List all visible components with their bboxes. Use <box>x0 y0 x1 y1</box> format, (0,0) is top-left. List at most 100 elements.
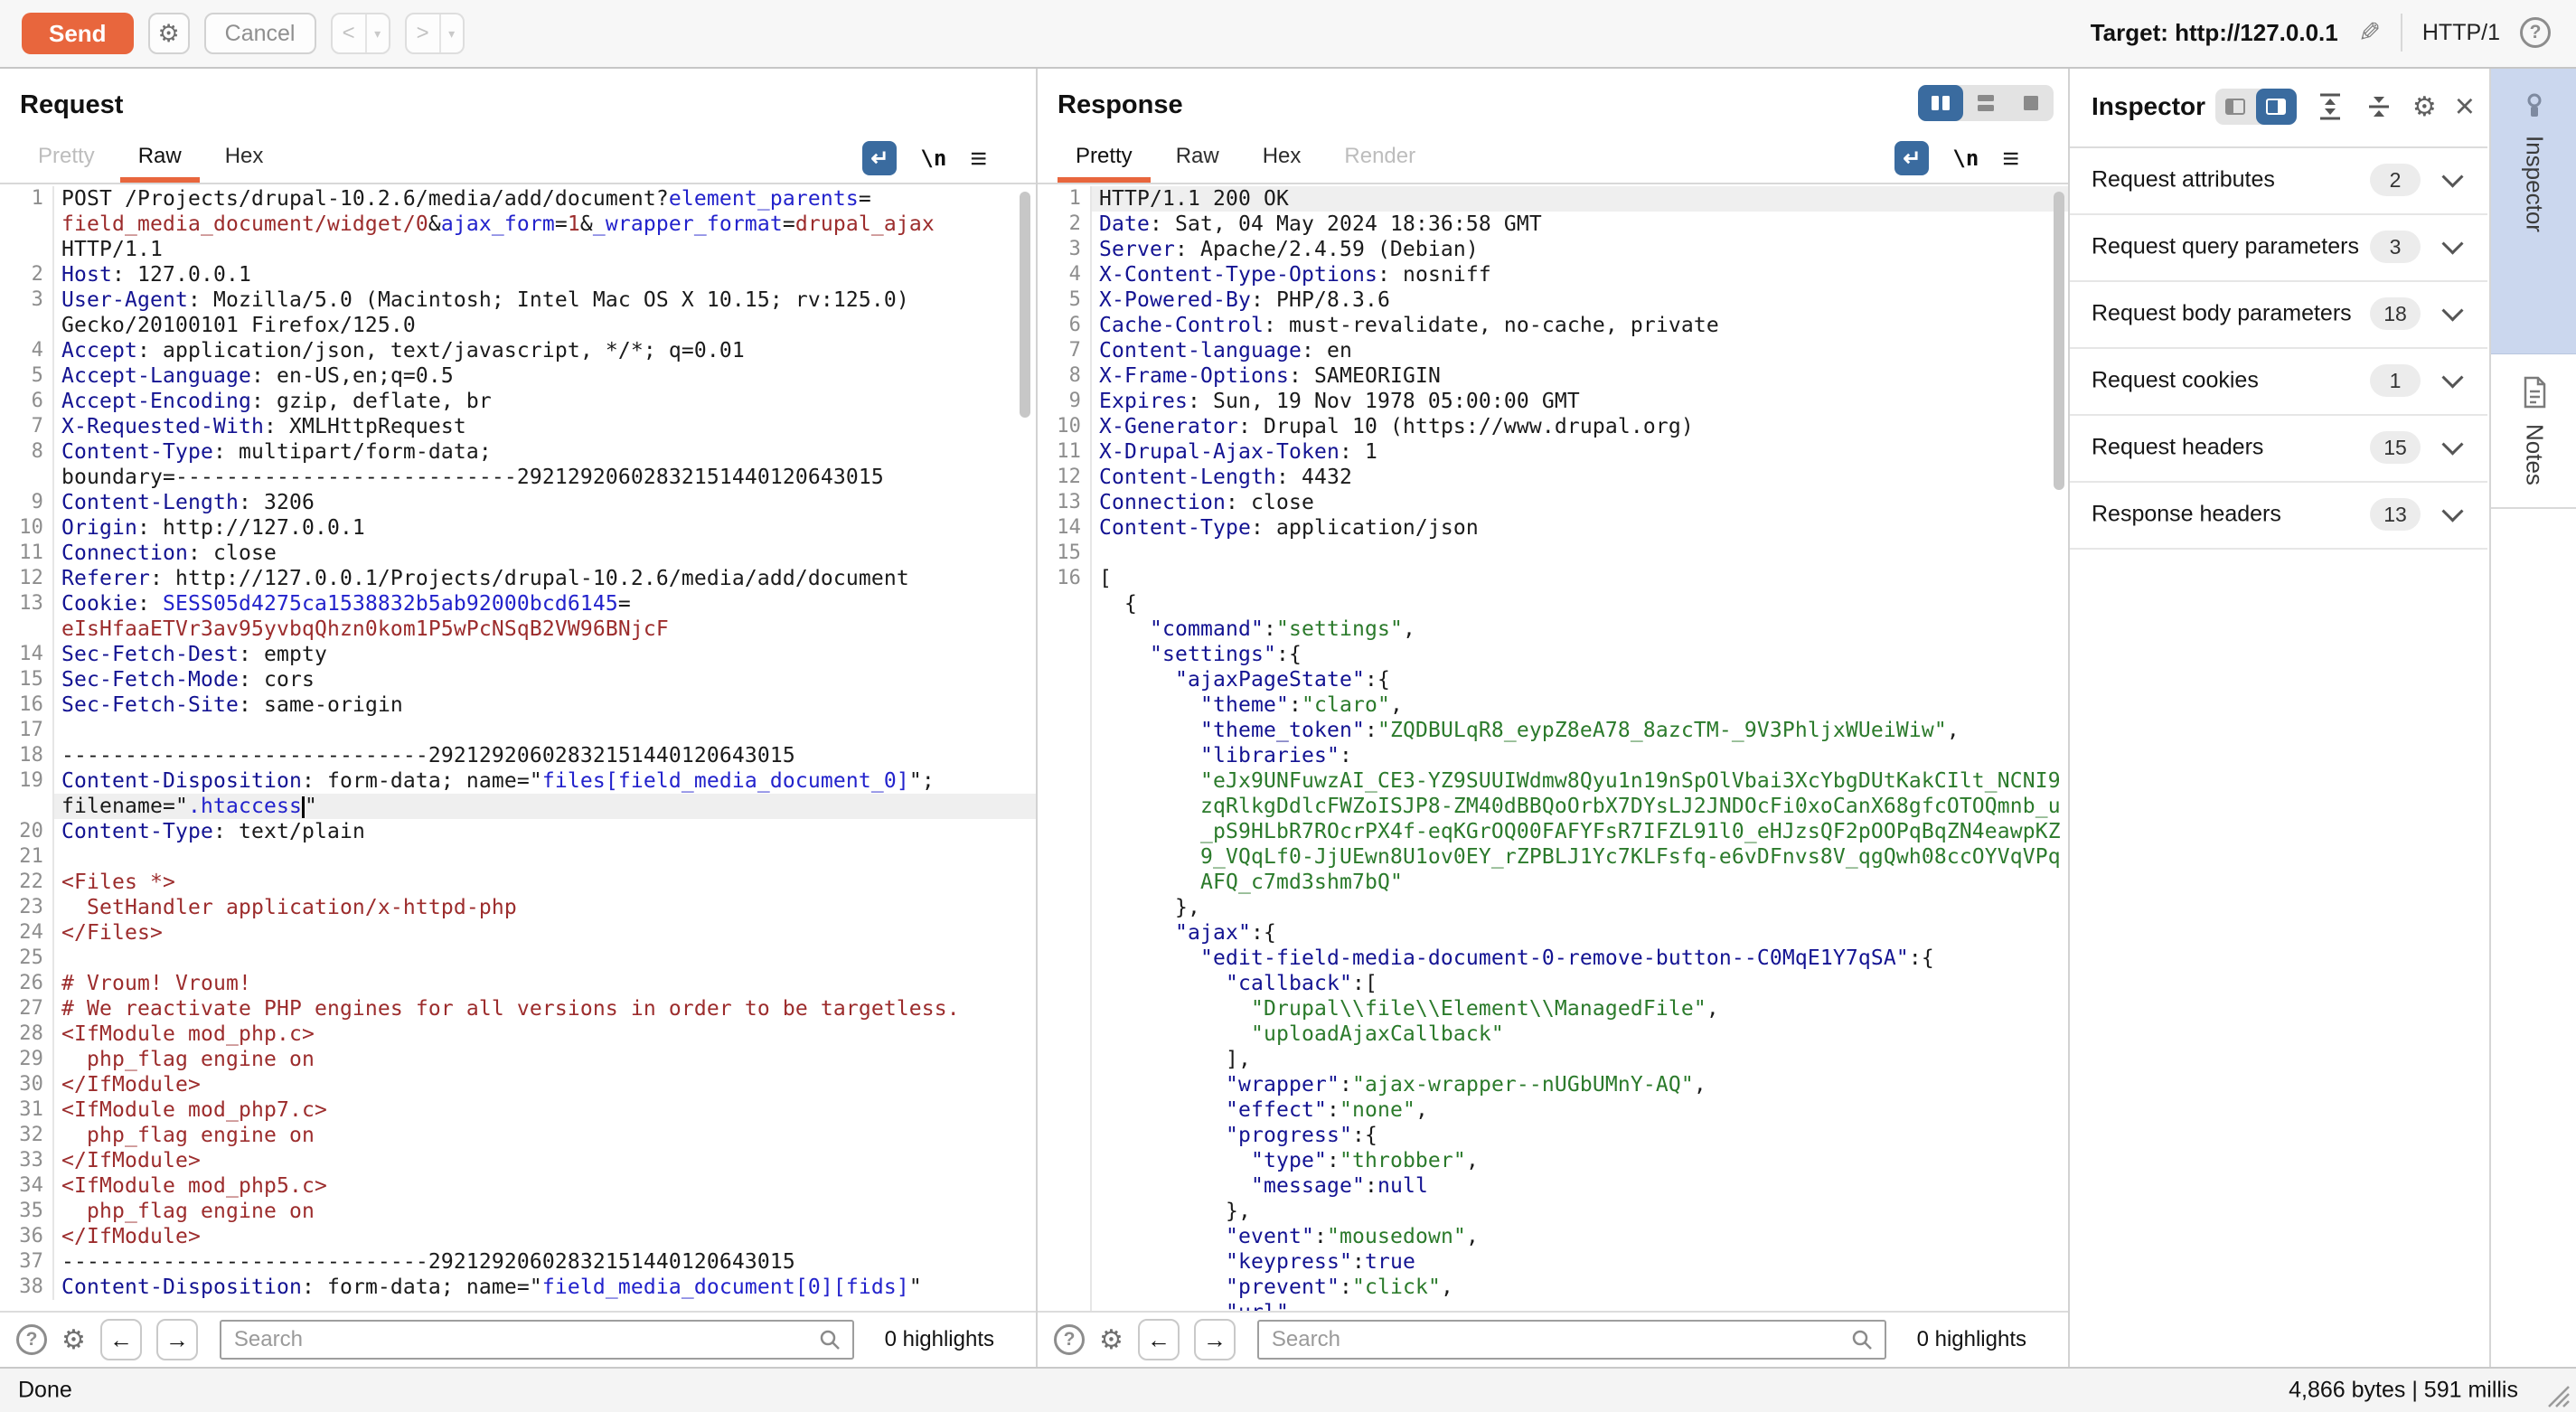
code-row[interactable]: "ajaxPageState":{ <box>1038 667 2068 692</box>
show-newlines-icon[interactable]: \n <box>1952 146 1979 171</box>
side-tab-notes[interactable]: Notes <box>2491 355 2576 509</box>
code-row[interactable]: Gecko/20100101 Firefox/125.0 <box>0 313 1036 338</box>
code-row[interactable]: "type":"throbber", <box>1038 1148 2068 1173</box>
code-row[interactable]: 34<IfModule mod_php5.c> <box>0 1173 1036 1199</box>
code-row[interactable]: 9_VQqLf0-JjUEwn8U1ov0EY_rZPBLJ1Yc7KLFsfq… <box>1038 844 2068 870</box>
code-row[interactable]: "edit-field-media-document-0-remove-butt… <box>1038 946 2068 971</box>
code-row[interactable]: 24</Files> <box>0 920 1036 946</box>
code-row[interactable]: 12Referer: http://127.0.0.1/Projects/dru… <box>0 566 1036 591</box>
code-row[interactable]: 27# We reactivate PHP engines for all ve… <box>0 996 1036 1021</box>
search-help-icon[interactable]: ? <box>1054 1324 1085 1355</box>
code-row[interactable]: "effect":"none", <box>1038 1097 2068 1123</box>
dock-left-button[interactable] <box>2215 89 2256 125</box>
code-row[interactable]: "keypress":true <box>1038 1249 2068 1275</box>
code-row[interactable]: 17 <box>0 718 1036 743</box>
code-row[interactable]: "theme_token":"ZQDBULqR8_eypZ8eA78_8azcT… <box>1038 718 2068 743</box>
code-row[interactable]: 33</IfModule> <box>0 1148 1036 1173</box>
request-search-input[interactable] <box>221 1327 818 1352</box>
editor-menu-icon[interactable]: ≡ <box>970 144 987 173</box>
code-row[interactable]: 7Content-language: en <box>1038 338 2068 363</box>
tab-render[interactable]: Render <box>1326 136 1434 183</box>
tab-pretty[interactable]: Pretty <box>20 136 113 183</box>
code-row[interactable]: 30</IfModule> <box>0 1072 1036 1097</box>
code-row[interactable]: 21 <box>0 844 1036 870</box>
inspector-section-request-headers[interactable]: Request headers15 <box>2070 414 2487 483</box>
code-row[interactable]: 8Content-Type: multipart/form-data; <box>0 439 1036 465</box>
response-viewer[interactable]: 1HTTP/1.1 200 OK2Date: Sat, 04 May 2024 … <box>1038 186 2068 1311</box>
next-dropdown[interactable]: ▾ <box>439 14 463 52</box>
word-wrap-icon[interactable]: ↵ <box>862 141 897 175</box>
code-row[interactable]: 32 php_flag engine on <box>0 1123 1036 1148</box>
code-row[interactable]: 26# Vroum! Vroum! <box>0 971 1036 996</box>
code-row[interactable]: 38Content-Disposition: form-data; name="… <box>0 1275 1036 1300</box>
code-row[interactable]: 15 <box>1038 541 2068 566</box>
code-row[interactable]: "command":"settings", <box>1038 617 2068 642</box>
send-button[interactable]: Send <box>22 13 134 54</box>
inspector-close-icon[interactable]: × <box>2455 89 2475 124</box>
code-row[interactable]: AFQ_c7md3shm7bQ" <box>1038 870 2068 895</box>
code-row[interactable]: 7X-Requested-With: XMLHttpRequest <box>0 414 1036 439</box>
tab-hex[interactable]: Hex <box>1245 136 1320 183</box>
code-row[interactable]: }, <box>1038 895 2068 920</box>
code-row[interactable]: "ajax":{ <box>1038 920 2068 946</box>
collapse-all-icon[interactable] <box>2364 91 2394 122</box>
search-help-icon[interactable]: ? <box>16 1324 47 1355</box>
code-row[interactable]: "libraries": <box>1038 743 2068 768</box>
code-row[interactable]: 29 php_flag engine on <box>0 1047 1036 1072</box>
code-row[interactable]: 13Cookie: SESS05d4275ca1538832b5ab92000b… <box>0 591 1036 617</box>
code-row[interactable]: "event":"mousedown", <box>1038 1224 2068 1249</box>
code-row[interactable]: "progress":{ <box>1038 1123 2068 1148</box>
tab-pretty[interactable]: Pretty <box>1058 136 1151 183</box>
code-row[interactable]: 14Sec-Fetch-Dest: empty <box>0 642 1036 667</box>
prev-request-button[interactable]: < ▾ <box>331 13 390 54</box>
code-row[interactable]: "wrapper":"ajax-wrapper--nUGbUMnY-AQ", <box>1038 1072 2068 1097</box>
inspector-settings-icon[interactable]: ⚙ <box>2412 91 2437 123</box>
code-row[interactable]: 10Origin: http://127.0.0.1 <box>0 515 1036 541</box>
code-row[interactable]: "Drupal\\file\\Element\\ManagedFile", <box>1038 996 2068 1021</box>
show-newlines-icon[interactable]: \n <box>920 146 946 171</box>
code-row[interactable]: _pS9HLbR7ROcrPX4f-eqKGrOQ00FAFYFsR7IFZL9… <box>1038 819 2068 844</box>
request-scrollbar[interactable] <box>1020 192 1030 418</box>
chevron-down-icon[interactable] <box>2441 501 2463 522</box>
code-row[interactable]: "message":null <box>1038 1173 2068 1199</box>
code-row[interactable]: 19Content-Disposition: form-data; name="… <box>0 768 1036 794</box>
search-next-button[interactable]: → <box>1194 1319 1236 1360</box>
code-row[interactable]: 20Content-Type: text/plain <box>0 819 1036 844</box>
search-settings-icon[interactable]: ⚙ <box>61 1324 86 1356</box>
chevron-down-icon[interactable] <box>2441 166 2463 188</box>
chevron-down-icon[interactable] <box>2441 233 2463 255</box>
code-row[interactable]: 37-----------------------------292129206… <box>0 1249 1036 1275</box>
code-row[interactable]: { <box>1038 591 2068 617</box>
request-settings-button[interactable]: ⚙ <box>148 13 190 54</box>
code-row[interactable]: "settings":{ <box>1038 642 2068 667</box>
code-row[interactable]: 9Content-Length: 3206 <box>0 490 1036 515</box>
code-row[interactable]: 8X-Frame-Options: SAMEORIGIN <box>1038 363 2068 389</box>
layout-rows-button[interactable] <box>1963 85 2008 121</box>
code-row[interactable]: 10X-Generator: Drupal 10 (https://www.dr… <box>1038 414 2068 439</box>
layout-columns-button[interactable] <box>1918 85 1963 121</box>
code-row[interactable]: 11X-Drupal-Ajax-Token: 1 <box>1038 439 2068 465</box>
layout-single-button[interactable] <box>2008 85 2054 121</box>
code-row[interactable]: 3Server: Apache/2.4.59 (Debian) <box>1038 237 2068 262</box>
code-row[interactable]: 2Date: Sat, 04 May 2024 18:36:58 GMT <box>1038 212 2068 237</box>
code-row[interactable]: 14Content-Type: application/json <box>1038 515 2068 541</box>
code-row[interactable]: 16Sec-Fetch-Site: same-origin <box>0 692 1036 718</box>
code-row[interactable]: 4Accept: application/json, text/javascri… <box>0 338 1036 363</box>
search-settings-icon[interactable]: ⚙ <box>1099 1324 1123 1356</box>
chevron-down-icon[interactable] <box>2441 300 2463 322</box>
code-row[interactable]: 36</IfModule> <box>0 1224 1036 1249</box>
code-row[interactable]: "uploadAjaxCallback" <box>1038 1021 2068 1047</box>
code-row[interactable]: 25 <box>0 946 1036 971</box>
code-row[interactable]: 2Host: 127.0.0.1 <box>0 262 1036 287</box>
inspector-section-response-headers[interactable]: Response headers13 <box>2070 481 2487 550</box>
dock-right-button[interactable] <box>2256 89 2297 125</box>
code-row[interactable]: 13Connection: close <box>1038 490 2068 515</box>
code-row[interactable]: 6Cache-Control: must-revalidate, no-cach… <box>1038 313 2068 338</box>
code-row[interactable]: 31<IfModule mod_php7.c> <box>0 1097 1036 1123</box>
code-row[interactable]: filename=".htaccess" <box>0 794 1036 819</box>
code-row[interactable]: }, <box>1038 1199 2068 1224</box>
prev-dropdown[interactable]: ▾ <box>365 14 389 52</box>
code-row[interactable]: 18-----------------------------292129206… <box>0 743 1036 768</box>
chevron-down-icon[interactable] <box>2441 434 2463 456</box>
code-row[interactable]: 9Expires: Sun, 19 Nov 1978 05:00:00 GMT <box>1038 389 2068 414</box>
